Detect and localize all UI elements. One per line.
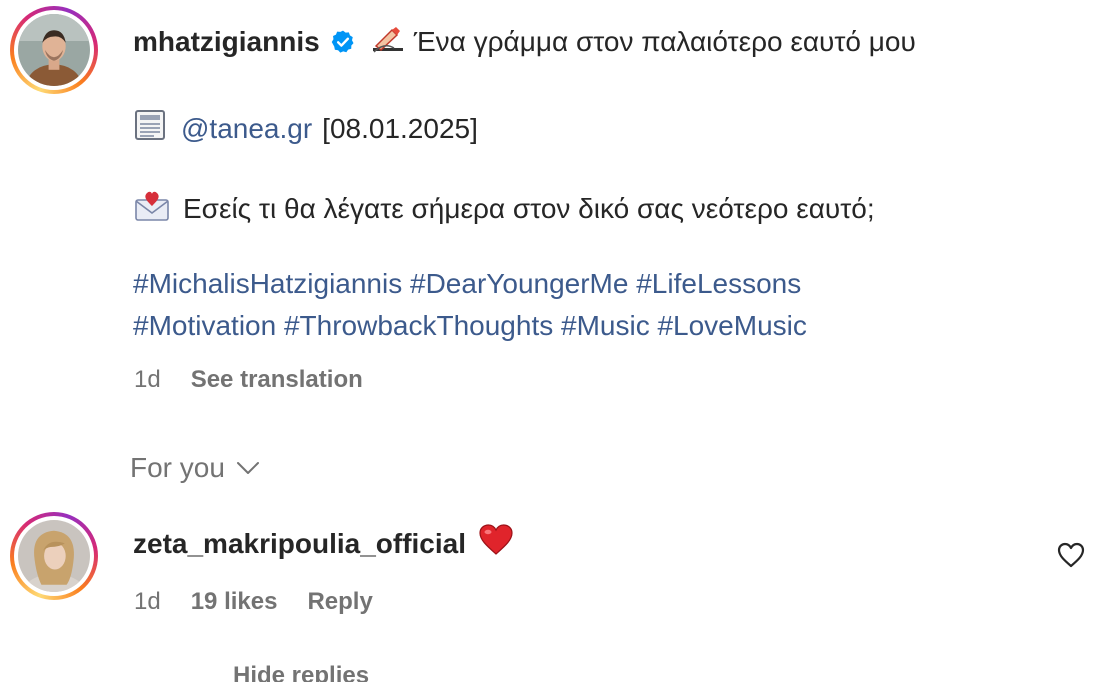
commenter-avatar[interactable] xyxy=(10,512,98,600)
hashtags-line-2[interactable]: #Motivation #ThrowbackThoughts #Music #L… xyxy=(133,310,807,342)
caption-source-line: @tanea.gr [08.01.2025] xyxy=(133,108,478,149)
newspaper-icon xyxy=(133,108,167,149)
comment-sort-dropdown[interactable]: For you xyxy=(130,452,261,484)
sort-label: For you xyxy=(130,452,225,483)
comment-time: 1d xyxy=(134,588,161,615)
comments-panel: mhatzigiannis Ένα γράμμα στον παλαιότερο… xyxy=(0,0,1099,682)
caption-question-line: Εσείς τι θα λέγατε σήμερα στον δικό σας … xyxy=(133,188,875,229)
chevron-down-icon xyxy=(236,462,259,474)
post-username[interactable]: mhatzigiannis xyxy=(133,26,320,58)
avatar-photo-woman xyxy=(18,520,90,592)
envelope-heart-icon xyxy=(133,188,171,229)
comment-meta: 1d 19 likes Reply xyxy=(134,588,373,616)
reply-button[interactable]: Reply xyxy=(307,588,372,616)
source-date: [08.01.2025] xyxy=(322,112,478,144)
red-heart-icon xyxy=(478,524,514,563)
hashtags-line-1[interactable]: #MichalisHatzigiannis #DearYoungerMe #Li… xyxy=(133,268,801,300)
comment-likes-count[interactable]: 19 likes xyxy=(191,588,278,616)
source-mention-link[interactable]: @tanea.gr xyxy=(181,113,312,145)
comment-username[interactable]: zeta_makripoulia_official xyxy=(133,528,466,560)
post-meta: 1d See translation xyxy=(134,366,363,394)
caption-question-text: Εσείς τι θα λέγατε σήμερα στον δικό σας … xyxy=(183,192,875,224)
writing-hand-icon xyxy=(370,26,406,58)
caption-header: mhatzigiannis Ένα γράμμα στον παλαιότερο… xyxy=(133,22,916,62)
post-time: 1d xyxy=(134,366,161,393)
hide-replies-button[interactable]: Hide replies xyxy=(233,662,369,682)
comment-header: zeta_makripoulia_official xyxy=(133,524,514,563)
like-comment-heart-icon[interactable] xyxy=(1056,540,1086,570)
avatar-photo-man xyxy=(18,14,90,86)
post-author-avatar[interactable] xyxy=(10,6,98,94)
verified-badge-icon xyxy=(330,29,356,55)
caption-title: Ένα γράμμα στον παλαιότερο εαυτό μου xyxy=(413,26,916,57)
see-translation-button[interactable]: See translation xyxy=(191,366,363,394)
